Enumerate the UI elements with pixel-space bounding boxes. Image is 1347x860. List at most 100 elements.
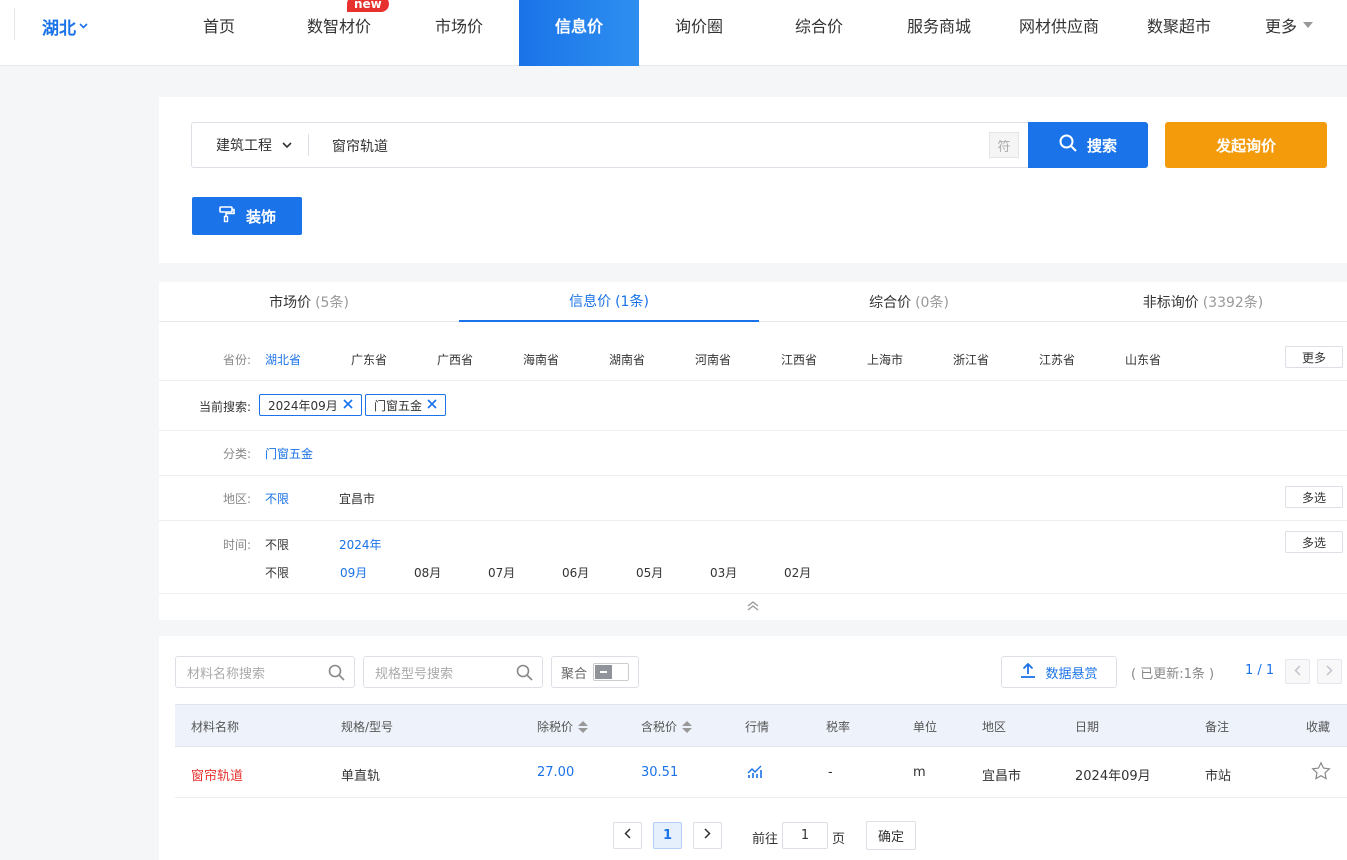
month-option[interactable]: 07月 [488, 564, 515, 581]
month-option[interactable]: 08月 [414, 564, 441, 581]
toggle-switch[interactable] [593, 663, 630, 681]
month-option[interactable]: 05月 [636, 564, 663, 581]
pager-page-1[interactable]: 1 [653, 822, 682, 849]
spec-model-search-input[interactable]: 规格型号搜索 [363, 656, 543, 688]
col-pre-tax-price[interactable]: 除税价 [537, 718, 589, 735]
tab-market-price[interactable]: 市场价 (5条) [159, 282, 459, 322]
chevron-down-icon [282, 139, 292, 152]
province-option[interactable]: 广东省 [351, 351, 387, 368]
data-reward-label: 数据悬赏 [1045, 666, 1098, 682]
sort-icon[interactable] [682, 720, 693, 733]
nav-smart-price[interactable]: 数智材价 new [279, 0, 399, 66]
category-label: 分类: [222, 447, 251, 461]
pager-next-button[interactable] [693, 822, 722, 849]
tab-nonstandard-inquiry[interactable]: 非标询价 (3392条) [1059, 282, 1347, 322]
aggregate-label: 聚合 [561, 666, 588, 682]
confirm-button[interactable]: 确定 [866, 821, 916, 850]
month-option[interactable]: 不限 [265, 564, 289, 581]
symbol-button[interactable]: 符 [989, 132, 1019, 158]
province-option[interactable]: 浙江省 [953, 351, 989, 368]
goto-page-input[interactable]: 1 [782, 822, 828, 849]
decoration-button[interactable]: 装饰 [192, 197, 302, 235]
province-option[interactable]: 广西省 [437, 351, 473, 368]
chevron-right-icon [1326, 664, 1333, 679]
chevron-right-icon [704, 828, 711, 843]
month-option[interactable]: 02月 [784, 564, 811, 581]
trend-chart-icon[interactable] [747, 763, 764, 783]
tab-info-price[interactable]: 信息价 (1条) [459, 282, 759, 322]
search-input[interactable]: 窗帘轨道 [332, 136, 388, 156]
province-option[interactable]: 山东省 [1125, 351, 1161, 368]
province-option[interactable]: 江西省 [781, 351, 817, 368]
note-cell: 市站 [1205, 769, 1232, 784]
filter-tag[interactable]: 2024年09月 [259, 394, 362, 416]
province-option[interactable]: 湖南省 [609, 351, 645, 368]
prev-page-button[interactable] [1285, 659, 1310, 684]
category-option[interactable]: 门窗五金 [265, 445, 313, 462]
nav-more[interactable]: 更多 [1239, 0, 1339, 66]
star-icon[interactable] [1311, 761, 1331, 785]
start-inquiry-button[interactable]: 发起询价 [1165, 122, 1327, 168]
nav-data-market[interactable]: 数聚超市 [1119, 0, 1239, 66]
area-option[interactable]: 不限 [265, 490, 289, 507]
nav-home[interactable]: 首页 [159, 0, 279, 66]
tab-composite-price[interactable]: 综合价 (0条) [759, 282, 1059, 322]
collapse-filters-toggle[interactable] [159, 594, 1347, 620]
province-option[interactable]: 江苏省 [1039, 351, 1075, 368]
nav-suppliers[interactable]: 网材供应商 [999, 0, 1119, 66]
table-header: 材料名称 规格/型号 除税价 含税价 行情 税率 单位 地区 日期 备注 收藏 [175, 704, 1347, 747]
area-label: 地区: [222, 492, 251, 506]
pager-prev-button[interactable] [613, 822, 642, 849]
tab-label: 信息价 [569, 294, 612, 310]
time-multi-select-button[interactable]: 多选 [1285, 531, 1343, 553]
region-selector[interactable]: 湖北 [42, 14, 88, 39]
province-option[interactable]: 湖北省 [265, 351, 301, 368]
more-provinces-button[interactable]: 更多 [1285, 346, 1343, 368]
nav-market-price[interactable]: 市场价 [399, 0, 519, 66]
aggregate-toggle[interactable]: 聚合 [551, 656, 639, 688]
material-name-search-input[interactable]: 材料名称搜索 [175, 656, 355, 688]
region-label: 湖北 [42, 19, 76, 39]
new-badge: new [347, 0, 389, 12]
search-button[interactable]: 搜索 [1028, 122, 1148, 168]
nav-service-mall[interactable]: 服务商城 [879, 0, 999, 66]
sort-icon[interactable] [578, 720, 589, 733]
province-option[interactable]: 河南省 [695, 351, 731, 368]
filter-tag[interactable]: 门窗五金 [365, 394, 447, 416]
province-option[interactable]: 海南省 [523, 351, 559, 368]
month-option[interactable]: 03月 [710, 564, 737, 581]
material-name-link[interactable]: 窗帘轨道 [191, 765, 243, 784]
area-option[interactable]: 宜昌市 [339, 490, 375, 507]
month-option[interactable]: 09月 [340, 564, 367, 581]
tab-count: (3392条) [1202, 295, 1264, 311]
data-reward-button[interactable]: 数据悬赏 [1001, 656, 1117, 688]
col-label: 除税价 [537, 720, 574, 734]
area-multi-select-button[interactable]: 多选 [1285, 486, 1343, 508]
pre-tax-price-cell: 27.00 [537, 765, 575, 780]
category-select[interactable]: 建筑工程 [216, 135, 292, 155]
nav-info-price[interactable]: 信息价 [519, 0, 639, 66]
filter-tag-label: 门窗五金 [374, 398, 423, 413]
with-tax-price-cell: 30.51 [641, 765, 679, 780]
month-option[interactable]: 06月 [562, 564, 589, 581]
year-option[interactable]: 不限 [265, 536, 289, 553]
price-type-tabs: 市场价 (5条) 信息价 (1条) 综合价 (0条) 非标询价 (3392条) [159, 282, 1347, 322]
next-page-button[interactable] [1317, 659, 1342, 684]
year-option[interactable]: 2024年 [339, 536, 382, 553]
search-icon[interactable] [328, 664, 345, 685]
date-cell: 2024年09月 [1075, 769, 1151, 784]
tab-label: 市场价 [269, 295, 312, 311]
upload-icon [1020, 662, 1036, 682]
province-option[interactable]: 上海市 [867, 351, 903, 368]
search-icon[interactable] [516, 664, 533, 685]
nav-inquiry-circle[interactable]: 询价圈 [639, 0, 759, 66]
col-with-tax-price[interactable]: 含税价 [641, 718, 693, 735]
nav-composite-price[interactable]: 综合价 [759, 0, 879, 66]
category-row: 分类: 门窗五金 [159, 431, 1347, 476]
close-icon[interactable] [427, 398, 437, 412]
tab-count: (0条) [915, 295, 949, 311]
col-date: 日期 [1075, 720, 1100, 734]
top-nav: 湖北 首页 数智材价 new 市场价 信息价 询价圈 综合价 服务商城 网材供应… [0, 0, 1347, 66]
close-icon[interactable] [343, 398, 353, 412]
col-label: 含税价 [641, 720, 678, 734]
